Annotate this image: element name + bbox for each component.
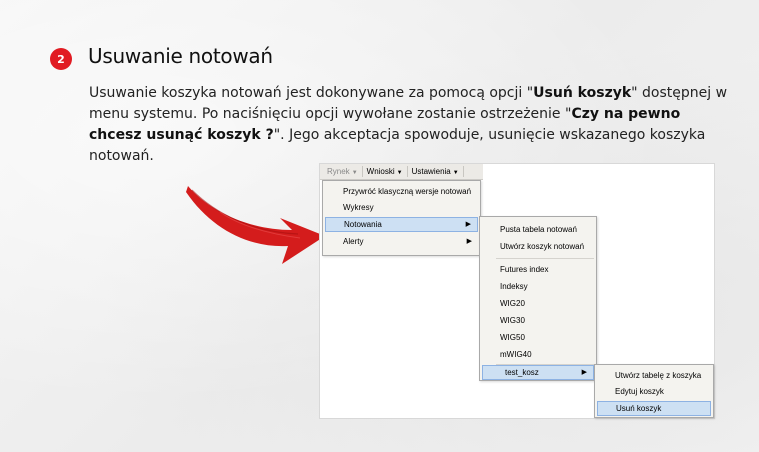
submenu-item-wig30[interactable]: WIG30 <box>482 313 594 328</box>
submenu-item-indeksy[interactable]: Indeksy <box>482 279 594 294</box>
menu-rynek-label: Rynek <box>327 167 350 176</box>
paragraph-text-1: Usuwanie koszyka notowań jest dokonywane… <box>89 85 534 101</box>
quotes-submenu: Pusta tabela notowań Utwórz koszyk notow… <box>479 216 597 381</box>
menu-item-classic-view[interactable]: Przywróć klasyczną wersje notowań <box>325 184 478 199</box>
app-menubar: Rynek ▼ Wnioski ▼ Ustawienia ▼ <box>320 164 483 180</box>
submenu-arrow-icon: ▶ <box>581 369 587 376</box>
chevron-down-icon: ▼ <box>396 170 403 176</box>
step-number-badge: 2 <box>50 48 72 70</box>
menu-rynek[interactable]: Rynek ▼ <box>323 166 363 177</box>
section-title: Usuwanie notowań <box>88 44 273 68</box>
menu-ustawienia-label: Ustawienia <box>411 167 451 176</box>
submenu-item-empty-table[interactable]: Pusta tabela notowań <box>482 222 594 237</box>
menu-separator <box>496 258 594 259</box>
basket-submenu: Utwórz tabelę z koszyka Edytuj koszyk Us… <box>594 364 714 418</box>
menu-item-quotes-label: Notowania <box>344 220 382 229</box>
submenu-item-test-kosz-label: test_kosz <box>505 368 539 377</box>
menu-item-alerts[interactable]: Alerty ▶ <box>325 234 478 249</box>
submenu-item-mwig40[interactable]: mWIG40 <box>482 347 594 362</box>
menu-ustawienia[interactable]: Ustawienia ▼ <box>408 166 464 177</box>
submenu-item-futures-index[interactable]: Futures index <box>482 262 594 277</box>
submenu-item-wig50[interactable]: WIG50 <box>482 330 594 345</box>
submenu-item-test-kosz[interactable]: test_kosz ▶ <box>482 365 594 380</box>
submenu-arrow-icon: ▶ <box>465 221 471 228</box>
basket-item-create-table[interactable]: Utwórz tabelę z koszyka <box>597 368 711 383</box>
basket-item-edit[interactable]: Edytuj koszyk <box>597 384 711 399</box>
menu-wnioski[interactable]: Wnioski ▼ <box>363 166 408 177</box>
submenu-arrow-icon: ▶ <box>466 238 472 245</box>
basket-item-delete[interactable]: Usuń koszyk <box>597 401 711 416</box>
chevron-down-icon: ▼ <box>351 170 358 176</box>
chevron-down-icon: ▼ <box>452 170 459 176</box>
description-paragraph: Usuwanie koszyka notowań jest dokonywane… <box>89 83 729 167</box>
submenu-item-wig20[interactable]: WIG20 <box>482 296 594 311</box>
menu-wnioski-label: Wnioski <box>366 167 395 176</box>
submenu-item-create-basket[interactable]: Utwórz koszyk notowań <box>482 239 594 254</box>
menu-item-charts[interactable]: Wykresy <box>325 200 478 215</box>
paragraph-bold-option: Usuń koszyk <box>533 85 632 101</box>
menu-item-quotes[interactable]: Notowania ▶ <box>325 217 478 232</box>
red-arrow-icon <box>186 186 325 264</box>
system-menu: Przywróć klasyczną wersje notowań Wykres… <box>322 180 481 256</box>
app-screenshot: Rynek ▼ Wnioski ▼ Ustawienia ▼ Przywróć kla… <box>319 163 715 419</box>
menu-item-alerts-label: Alerty <box>343 237 364 246</box>
